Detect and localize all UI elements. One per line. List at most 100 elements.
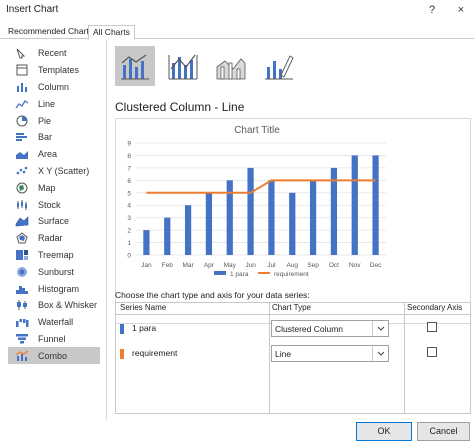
help-icon[interactable]: ? xyxy=(425,3,439,17)
sidebar-item-label: Templates xyxy=(38,65,80,76)
sidebar-item-label: Pie xyxy=(38,115,52,126)
chart-type-dropdown[interactable]: Clustered Column xyxy=(271,320,389,337)
line-chart-icon xyxy=(14,98,30,110)
x-tick-label: Nov xyxy=(349,262,361,269)
area-chart-icon xyxy=(14,148,30,160)
y-tick-label: 1 xyxy=(127,240,131,247)
sidebar-item-label: Funnel xyxy=(38,333,66,344)
cancel-button[interactable]: Cancel xyxy=(417,422,470,441)
sidebar-item-scatter[interactable]: X Y (Scatter) xyxy=(8,163,100,180)
sidebar-item-box-whisker[interactable]: Box & Whisker xyxy=(8,297,100,314)
sidebar-item-label: X Y (Scatter) xyxy=(38,165,90,176)
map-chart-icon xyxy=(14,182,30,194)
sidebar-item-funnel[interactable]: Funnel xyxy=(8,331,100,348)
bar xyxy=(205,192,213,255)
sidebar-item-pie[interactable]: Pie xyxy=(8,112,100,129)
bar xyxy=(226,180,233,255)
legend-swatch xyxy=(214,271,226,275)
sidebar-item-area[interactable]: Area xyxy=(8,146,100,163)
secondary-axis-checkbox[interactable] xyxy=(427,347,437,357)
stacked-area-clustered-column-icon xyxy=(216,58,246,80)
sidebar-item-combo[interactable]: Combo xyxy=(8,347,100,365)
sidebar-item-surface[interactable]: Surface xyxy=(8,213,100,230)
title-bar: Insert Chart ? × xyxy=(0,0,474,22)
stock-chart-icon xyxy=(14,199,30,211)
series-row: requirement Line xyxy=(116,343,470,367)
treemap-chart-icon xyxy=(14,249,30,261)
series-name-header: Series Name xyxy=(120,303,167,312)
tab-recommended-charts[interactable]: Recommended Charts xyxy=(4,25,97,40)
chart-type-value: Line xyxy=(275,349,292,359)
y-tick-label: 8 xyxy=(127,153,131,160)
sidebar-item-label: Sunburst xyxy=(38,266,75,277)
tab-all-charts[interactable]: All Charts xyxy=(88,25,135,40)
radar-chart-icon xyxy=(14,232,30,244)
y-tick-label: 3 xyxy=(127,215,131,222)
sidebar-item-waterfall[interactable]: Waterfall xyxy=(8,314,100,331)
sidebar-item-radar[interactable]: Radar xyxy=(8,230,100,247)
chart-type-title: Clustered Column - Line xyxy=(115,100,245,114)
x-tick-label: Mar xyxy=(182,262,194,269)
chart-type-dropdown[interactable]: Line xyxy=(271,345,389,362)
y-tick-label: 0 xyxy=(127,253,131,260)
close-icon[interactable]: × xyxy=(454,3,468,17)
bar xyxy=(309,180,317,255)
x-tick-label: Dec xyxy=(370,262,382,269)
ok-button[interactable]: OK xyxy=(356,422,412,441)
sidebar-item-line[interactable]: Line xyxy=(8,95,100,112)
bar xyxy=(143,230,150,255)
sidebar-item-column[interactable]: Column xyxy=(8,79,100,96)
sidebar-item-label: Recent xyxy=(38,48,67,59)
funnel-chart-icon xyxy=(14,333,30,345)
sidebar-item-treemap[interactable]: Treemap xyxy=(8,247,100,264)
sidebar-item-templates[interactable]: Templates xyxy=(8,62,100,79)
legend-label: requirement xyxy=(274,271,309,278)
window-title: Insert Chart xyxy=(6,4,59,15)
chevron-down-icon xyxy=(372,346,388,361)
bar xyxy=(164,217,171,255)
chart-title: Chart Title xyxy=(234,125,280,136)
subtype-custom-combination[interactable] xyxy=(259,46,299,86)
x-tick-label: Oct xyxy=(329,262,339,269)
x-tick-label: May xyxy=(224,262,237,269)
bar xyxy=(268,180,275,255)
y-tick-label: 2 xyxy=(127,228,131,235)
sidebar-item-label: Map xyxy=(38,182,56,193)
waterfall-chart-icon xyxy=(14,316,30,328)
chart-type-header: Chart Type xyxy=(272,303,311,312)
series-row: 1 para Clustered Column xyxy=(116,318,470,342)
chevron-down-icon xyxy=(372,321,388,336)
sidebar-item-bar[interactable]: Bar xyxy=(8,129,100,146)
sidebar-item-map[interactable]: Map xyxy=(8,179,100,196)
x-tick-label: Apr xyxy=(204,262,215,269)
sidebar-item-label: Line xyxy=(38,98,56,109)
x-tick-label: Feb xyxy=(162,262,174,269)
bar xyxy=(184,205,192,255)
bar xyxy=(372,155,379,255)
recent-icon xyxy=(14,47,30,59)
x-tick-label: Jul xyxy=(267,262,276,269)
sunburst-chart-icon xyxy=(14,266,30,278)
subtype-stacked-area-clustered-column[interactable] xyxy=(211,46,251,86)
series-section-label: Choose the chart type and axis for your … xyxy=(115,290,310,300)
subtype-clustered-column-line-secondary-axis[interactable] xyxy=(163,46,203,86)
box-whisker-chart-icon xyxy=(14,299,30,311)
chart-type-value: Clustered Column xyxy=(275,324,344,334)
secondary-axis-checkbox[interactable] xyxy=(427,322,437,332)
sidebar-item-sunburst[interactable]: Sunburst xyxy=(8,263,100,280)
sidebar-item-histogram[interactable]: Histogram xyxy=(8,280,100,297)
sidebar-item-stock[interactable]: Stock xyxy=(8,196,100,213)
subtype-clustered-column-line[interactable] xyxy=(115,46,155,86)
sidebar-item-recent[interactable]: Recent xyxy=(8,45,100,62)
column-chart-icon xyxy=(14,81,30,93)
header-divider xyxy=(116,314,470,315)
x-tick-label: Aug xyxy=(286,262,298,269)
sidebar-item-label: Combo xyxy=(38,350,68,361)
custom-combination-icon xyxy=(265,55,294,80)
series-name: requirement xyxy=(132,348,178,358)
y-tick-label: 4 xyxy=(127,203,131,210)
y-tick-label: 5 xyxy=(127,190,131,197)
combo-chart-icon xyxy=(14,350,30,362)
sidebar-item-label: Radar xyxy=(38,233,63,244)
sidebar-item-label: Stock xyxy=(38,199,61,210)
